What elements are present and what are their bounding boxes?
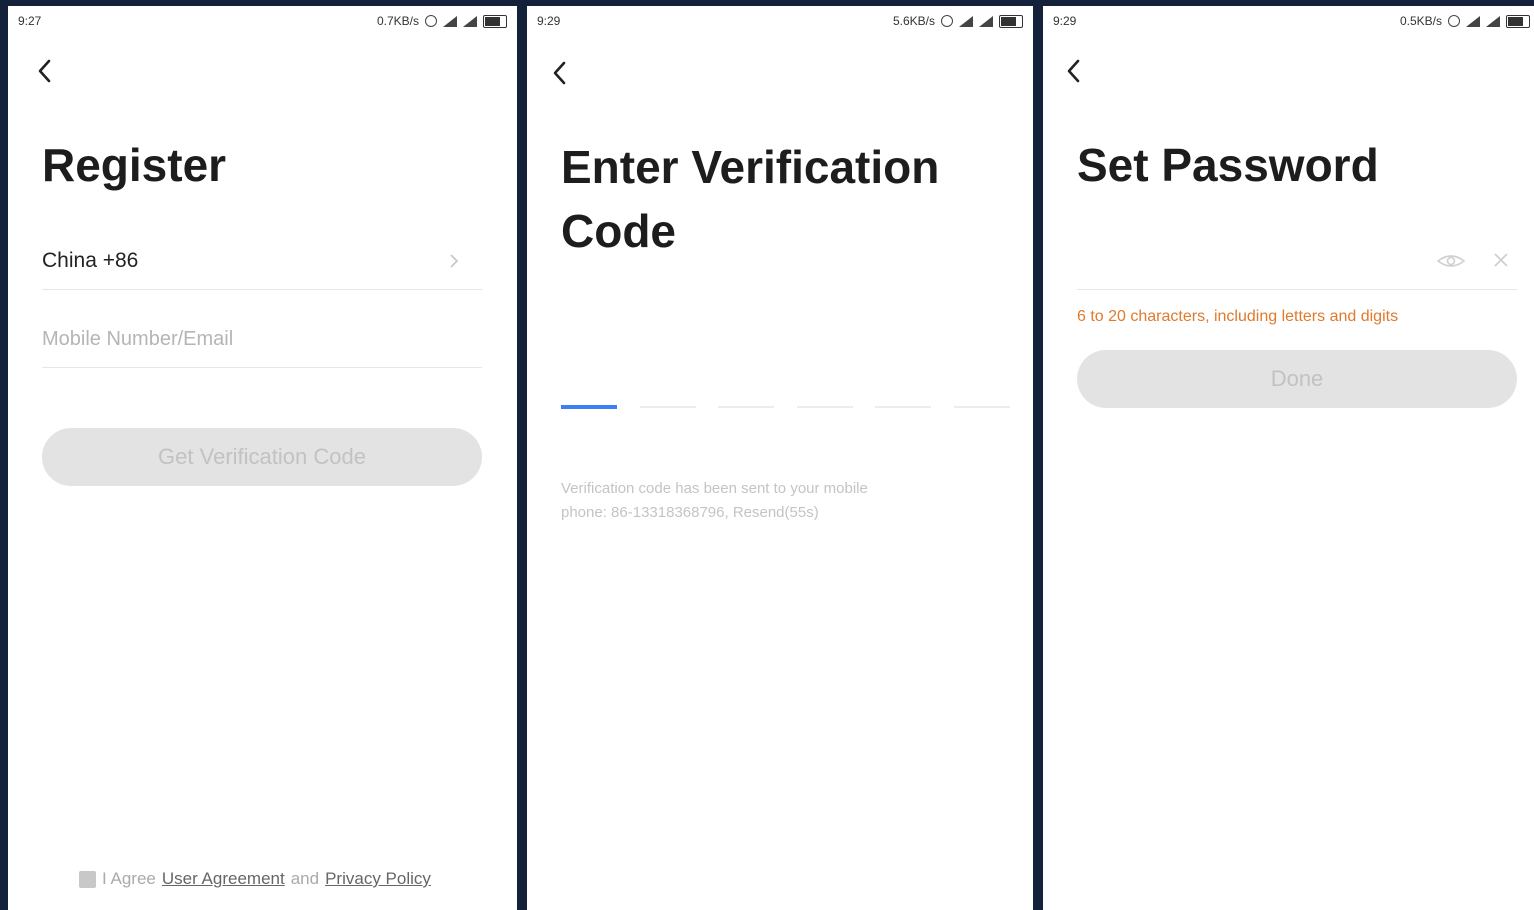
divider [1077, 289, 1517, 290]
status-time: 9:27 [18, 14, 42, 28]
status-bar: 9:29 0.5KB/s [1043, 12, 1534, 34]
battery-icon [483, 14, 507, 28]
page-title-line2: Code [561, 205, 676, 257]
hint-line-2: phone: 86-13318368796, Resend(55s) [561, 504, 819, 521]
code-digit-2[interactable] [640, 406, 696, 408]
page-title: Register [42, 139, 227, 191]
password-input[interactable] [1077, 236, 1457, 284]
signal-icon-2 [463, 15, 477, 27]
divider [42, 367, 482, 368]
battery-icon [1506, 14, 1530, 28]
set-password-screen: 9:29 0.5KB/s Set Password 6 to 20 charac… [1043, 6, 1534, 910]
battery-icon [999, 14, 1023, 28]
mobile-email-input[interactable]: Mobile Number/Email [42, 328, 233, 351]
code-digit-6[interactable] [954, 406, 1010, 408]
network-speed: 0.7KB/s [376, 14, 419, 28]
signal-icon [1466, 15, 1480, 27]
code-digit-3[interactable] [718, 406, 774, 408]
alarm-icon [425, 15, 437, 27]
verification-screen: 9:29 5.6KB/s Enter Verification Code Ver… [527, 6, 1033, 910]
signal-icon [443, 15, 457, 27]
network-speed: 0.5KB/s [1399, 14, 1442, 28]
signal-icon-2 [979, 15, 993, 27]
network-speed: 5.6KB/s [892, 14, 935, 28]
status-time: 9:29 [1053, 14, 1077, 28]
agreement-row: I Agree User Agreement and Privacy Polic… [79, 869, 431, 889]
status-bar: 9:29 5.6KB/s [527, 12, 1033, 34]
signal-icon-2 [1486, 15, 1500, 27]
code-digit-4[interactable] [797, 406, 853, 408]
country-selector[interactable]: China +86 [42, 249, 138, 273]
register-screen: 9:27 0.7KB/s Register China +86 Mobile N… [8, 6, 517, 910]
close-icon[interactable] [1492, 251, 1510, 269]
alarm-icon [1448, 15, 1460, 27]
back-icon[interactable] [549, 58, 571, 88]
status-bar: 9:27 0.7KB/s [8, 12, 517, 34]
agree-middle: and [290, 869, 320, 888]
back-icon[interactable] [1063, 56, 1085, 86]
eye-icon[interactable] [1436, 251, 1466, 271]
divider [42, 289, 482, 290]
code-digit-5[interactable] [875, 406, 931, 408]
alarm-icon [941, 15, 953, 27]
status-time: 9:29 [537, 14, 561, 28]
page-title: Set Password [1077, 139, 1379, 191]
agree-prefix: I Agree [102, 869, 156, 888]
checkbox-icon[interactable] [79, 870, 96, 888]
get-verification-code-button[interactable]: Get Verification Code [42, 428, 482, 486]
back-icon[interactable] [34, 56, 56, 86]
password-requirement: 6 to 20 characters, including letters an… [1077, 308, 1399, 325]
privacy-policy-link[interactable]: Privacy Policy [325, 869, 431, 889]
page-title-line1: Enter Verification [561, 141, 940, 193]
user-agreement-link[interactable]: User Agreement [162, 869, 285, 889]
signal-icon [959, 15, 973, 27]
chevron-right-icon[interactable] [448, 252, 460, 270]
code-digit-1[interactable] [561, 405, 617, 409]
hint-line-1: Verification code has been sent to your … [561, 480, 868, 497]
done-button[interactable]: Done [1077, 350, 1517, 408]
